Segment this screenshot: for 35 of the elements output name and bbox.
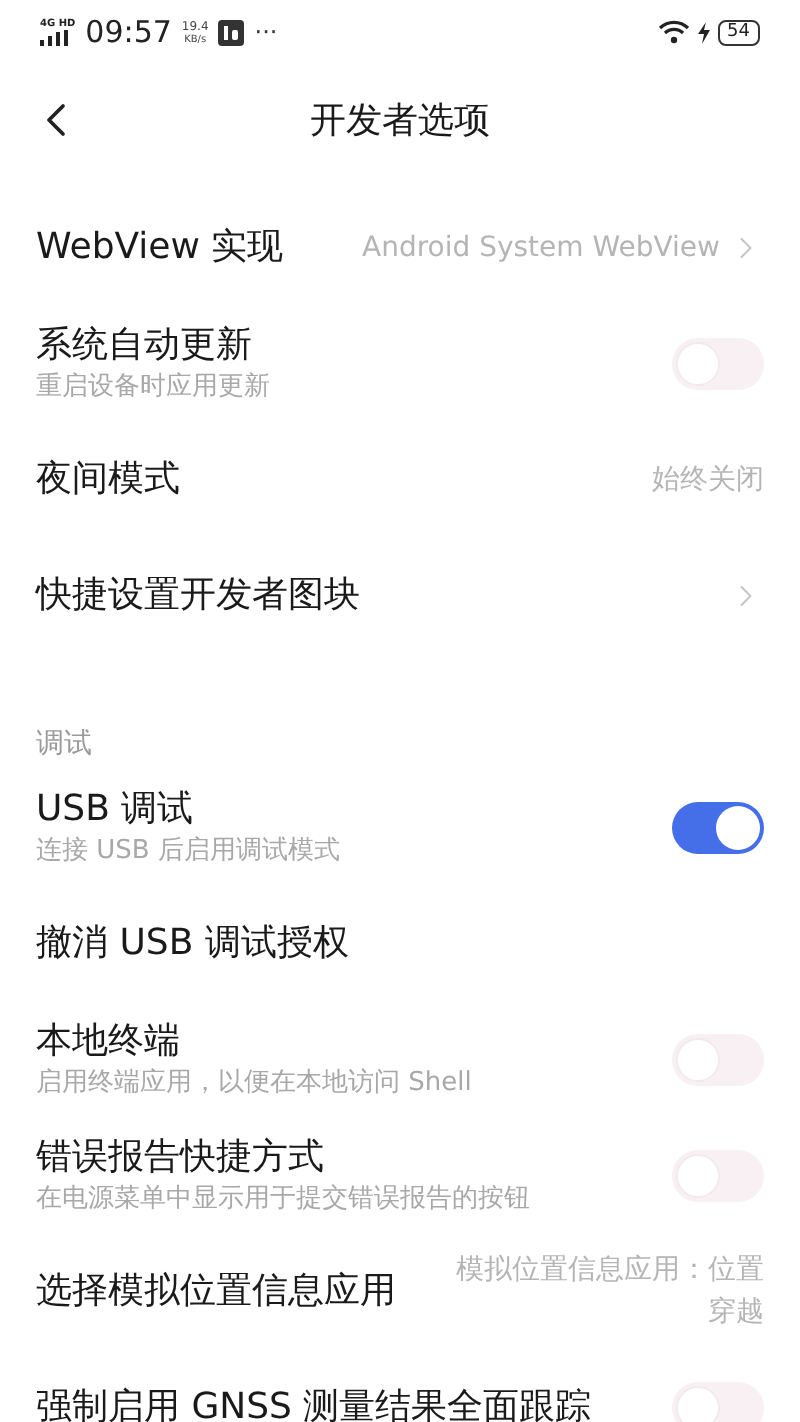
setting-subtitle: 在电源菜单中显示用于提交错误报告的按钮 bbox=[36, 1182, 530, 1218]
setting-title: 本地终端 bbox=[36, 1018, 182, 1066]
setting-value: 始终关闭 bbox=[652, 461, 764, 499]
more-notifications: ··· bbox=[254, 16, 278, 50]
section-label: 调试 bbox=[36, 726, 92, 764]
setting-value: Android System WebView bbox=[362, 229, 720, 267]
setting-value: 模拟位置信息应用：位置穿越 bbox=[454, 1252, 764, 1332]
settings-row[interactable]: 本地终端 启用终端应用，以便在本地访问 Shell bbox=[0, 1002, 800, 1118]
setting-title: WebView 实现 bbox=[36, 224, 284, 272]
app-notification-icon bbox=[218, 19, 245, 45]
settings-row[interactable]: USB 调试 连接 USB 后启用调试模式 bbox=[0, 770, 800, 886]
battery-indicator: 54 bbox=[717, 19, 760, 45]
setting-subtitle: 重启设备时应用更新 bbox=[36, 370, 270, 406]
signal-icon bbox=[40, 30, 68, 46]
wifi-icon bbox=[657, 20, 690, 44]
status-time: 09:57 bbox=[85, 11, 172, 54]
setting-subtitle: 连接 USB 后启用调试模式 bbox=[36, 834, 340, 870]
settings-row[interactable]: WebView 实现 Android System WebView bbox=[0, 190, 800, 306]
settings-row[interactable]: 选择模拟位置信息应用 模拟位置信息应用：位置穿越 bbox=[0, 1234, 800, 1350]
setting-title: 选择模拟位置信息应用 bbox=[36, 1268, 396, 1316]
setting-title: 快捷设置开发者图块 bbox=[36, 572, 360, 620]
charging-icon bbox=[697, 21, 710, 43]
settings-row[interactable]: 撤消 USB 调试授权 bbox=[0, 886, 800, 1002]
settings-row[interactable]: 错误报告快捷方式 在电源菜单中显示用于提交错误报告的按钮 bbox=[0, 1118, 800, 1234]
setting-title: 错误报告快捷方式 bbox=[36, 1134, 326, 1182]
setting-title: 撤消 USB 调试授权 bbox=[36, 920, 349, 968]
page-title: 开发者选项 bbox=[310, 97, 490, 145]
settings-row[interactable]: 系统自动更新 重启设备时应用更新 bbox=[0, 306, 800, 422]
settings-row[interactable]: 快捷设置开发者图块 bbox=[0, 538, 800, 654]
setting-title: 夜间模式 bbox=[36, 456, 180, 504]
toggle-switch[interactable] bbox=[672, 802, 764, 854]
setting-subtitle: 启用终端应用，以便在本地访问 Shell bbox=[36, 1066, 472, 1102]
setting-title: USB 调试 bbox=[36, 786, 196, 834]
setting-title: 系统自动更新 bbox=[36, 322, 254, 370]
settings-row[interactable]: 夜间模式 始终关闭 bbox=[0, 422, 800, 538]
